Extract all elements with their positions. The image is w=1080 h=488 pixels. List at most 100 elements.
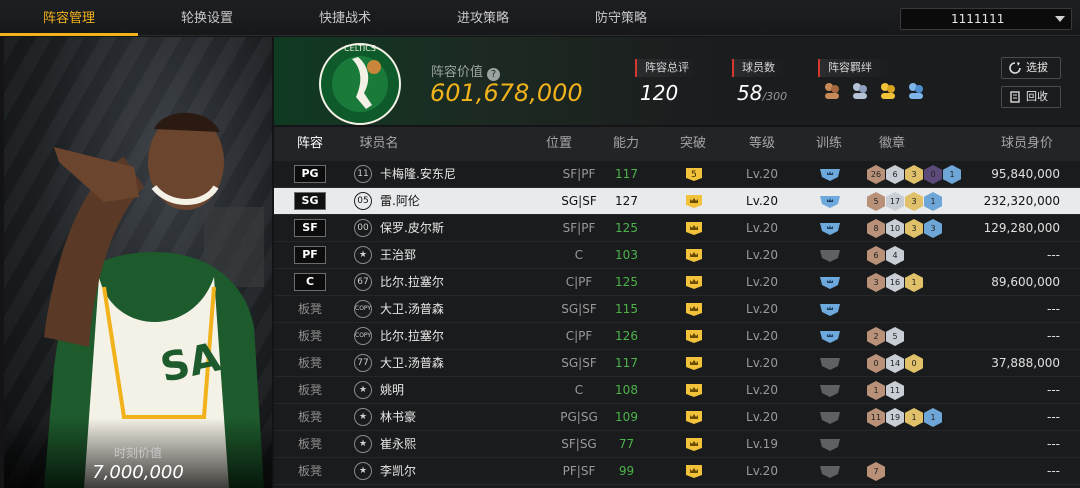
training-icon[interactable] — [819, 275, 841, 290]
scout-button[interactable]: 选拔 — [1001, 57, 1061, 79]
lineup-slot-bench[interactable]: 板凳 — [294, 296, 326, 323]
table-row[interactable]: 板凳 77 大卫.汤普森 SG|SF 117 Lv.20 0 14 0 37,888,000 — [274, 350, 1080, 377]
badge-icon[interactable]: 7 — [867, 462, 885, 481]
badge-icon[interactable]: 8 — [867, 219, 885, 238]
badge-icon[interactable]: 6 — [886, 165, 904, 184]
badge-icon[interactable]: 10 — [886, 219, 904, 238]
col-breakthrough[interactable]: 突破 — [673, 127, 713, 161]
crown-icon[interactable] — [685, 437, 703, 452]
lineup-slot-bench[interactable]: 板凳 — [294, 458, 326, 485]
lineup-slot-bench[interactable]: 板凳 — [294, 377, 326, 404]
lineup-slot-badge[interactable]: PF — [294, 246, 326, 264]
training-icon[interactable] — [819, 356, 841, 371]
player-name[interactable]: 比尔.拉塞尔 — [380, 269, 444, 296]
col-position[interactable]: 位置 — [539, 127, 579, 161]
breakthrough-level-icon[interactable]: 5 — [685, 167, 703, 182]
col-training[interactable]: 训练 — [809, 127, 849, 161]
badge-icon[interactable]: 3 — [867, 273, 885, 292]
badge-icon[interactable]: 1 — [905, 408, 923, 427]
player-name[interactable]: 姚明 — [380, 377, 404, 404]
badge-icon[interactable]: 19 — [886, 408, 904, 427]
lineup-slot-badge[interactable]: SG — [294, 192, 326, 210]
badge-icon[interactable]: 5 — [867, 192, 885, 211]
crown-icon[interactable] — [685, 302, 703, 317]
badge-icon[interactable]: 1 — [943, 165, 961, 184]
badge-icon[interactable]: 0 — [867, 354, 885, 373]
crown-icon[interactable] — [685, 275, 703, 290]
player-name[interactable]: 卡梅隆.安东尼 — [380, 161, 456, 188]
crown-icon[interactable] — [685, 410, 703, 425]
crown-icon[interactable] — [685, 464, 703, 479]
crown-icon[interactable] — [685, 356, 703, 371]
badge-icon[interactable]: 6 — [867, 246, 885, 265]
bond-silver-icon[interactable] — [851, 81, 869, 101]
badge-icon[interactable]: 1 — [905, 273, 923, 292]
training-icon[interactable] — [819, 167, 841, 182]
col-badges[interactable]: 徽章 — [872, 127, 912, 161]
badge-icon[interactable]: 26 — [867, 165, 885, 184]
player-name[interactable]: 比尔.拉塞尔 — [380, 323, 444, 350]
badge-icon[interactable]: 0 — [924, 165, 942, 184]
player-name[interactable]: 保罗.皮尔斯 — [380, 215, 444, 242]
crown-icon[interactable] — [685, 221, 703, 236]
badge-icon[interactable]: 1 — [924, 192, 942, 211]
col-lineup[interactable]: 阵容 — [288, 127, 332, 161]
badge-icon[interactable]: 3 — [905, 192, 923, 211]
table-row[interactable]: 板凳 ★ 姚明 C 108 Lv.20 1 11 --- — [274, 377, 1080, 404]
training-icon[interactable] — [819, 194, 841, 209]
lineup-slot-bench[interactable]: 板凳 — [294, 431, 326, 458]
bond-gold-icon[interactable] — [879, 81, 897, 101]
training-icon[interactable] — [819, 329, 841, 344]
badge-icon[interactable]: 17 — [886, 192, 904, 211]
badge-icon[interactable]: 5 — [886, 327, 904, 346]
training-icon[interactable] — [819, 383, 841, 398]
bond-blue-icon[interactable] — [907, 81, 925, 101]
player-portrait-panel[interactable]: SA 时刻价值 7,000,000 — [4, 37, 272, 488]
table-row[interactable]: SF 00 保罗.皮尔斯 SF|PF 125 Lv.20 8 10 3 3 129,280,000 — [274, 215, 1080, 242]
lineup-slot-bench[interactable]: 板凳 — [294, 323, 326, 350]
tab-defense-strategy[interactable]: 防守策略 — [552, 0, 690, 36]
player-name[interactable]: 林书豪 — [380, 404, 416, 431]
col-player-name[interactable]: 球员名 — [354, 127, 404, 161]
badge-icon[interactable]: 0 — [905, 354, 923, 373]
badge-icon[interactable]: 14 — [886, 354, 904, 373]
training-icon[interactable] — [819, 248, 841, 263]
table-row[interactable]: 板凳 ★ 李凯尔 PF|SF 99 Lv.20 7 --- — [274, 458, 1080, 485]
table-row[interactable]: 板凳 COPY 比尔.拉塞尔 C|PF 126 Lv.20 2 5 --- — [274, 323, 1080, 350]
recycle-button[interactable]: 回收 — [1001, 86, 1061, 108]
badge-icon[interactable]: 3 — [924, 219, 942, 238]
player-name[interactable]: 大卫.汤普森 — [380, 350, 444, 377]
lineup-slot-bench[interactable]: 板凳 — [294, 404, 326, 431]
table-row[interactable]: 板凳 COPY 大卫.汤普森 SG|SF 115 Lv.20 --- — [274, 296, 1080, 323]
badge-icon[interactable]: 11 — [867, 408, 885, 427]
table-row[interactable]: C 67 比尔.拉塞尔 C|PF 125 Lv.20 3 16 1 89,600,000 — [274, 269, 1080, 296]
col-salary[interactable]: 球员身价 — [994, 127, 1060, 161]
badge-icon[interactable]: 1 — [867, 381, 885, 400]
table-row[interactable]: PF ★ 王治郅 C 103 Lv.20 6 4 --- — [274, 242, 1080, 269]
training-icon[interactable] — [819, 464, 841, 479]
badge-icon[interactable]: 1 — [924, 408, 942, 427]
training-icon[interactable] — [819, 302, 841, 317]
badge-icon[interactable]: 3 — [905, 165, 923, 184]
training-icon[interactable] — [819, 221, 841, 236]
crown-icon[interactable] — [685, 383, 703, 398]
player-name[interactable]: 王治郅 — [380, 242, 416, 269]
table-row[interactable]: SG 05 雷.阿伦 SG|SF 127 Lv.20 5 17 3 1 232,320,000 — [274, 188, 1080, 215]
lineup-slot-badge[interactable]: PG — [294, 165, 326, 183]
crown-icon[interactable] — [685, 329, 703, 344]
training-icon[interactable] — [819, 437, 841, 452]
tab-rotation-settings[interactable]: 轮换设置 — [138, 0, 276, 36]
player-name[interactable]: 李凯尔 — [380, 458, 416, 485]
badge-icon[interactable]: 2 — [867, 327, 885, 346]
badge-icon[interactable]: 3 — [905, 219, 923, 238]
badge-icon[interactable]: 11 — [886, 381, 904, 400]
crown-icon[interactable] — [685, 248, 703, 263]
lineup-slot-badge[interactable]: SF — [294, 219, 326, 237]
badge-icon[interactable]: 4 — [886, 246, 904, 265]
account-dropdown[interactable]: 1111111 — [900, 8, 1072, 30]
table-row[interactable]: PG 11 卡梅隆.安东尼 SF|PF 117 5 Lv.20 26 6 3 0 1 95,840,00… — [274, 161, 1080, 188]
table-row[interactable]: 板凳 ★ 崔永熙 SF|SG 77 Lv.19 --- — [274, 431, 1080, 458]
bond-bronze-icon[interactable] — [823, 81, 841, 101]
lineup-slot-badge[interactable]: C — [294, 273, 326, 291]
crown-icon[interactable] — [685, 194, 703, 209]
